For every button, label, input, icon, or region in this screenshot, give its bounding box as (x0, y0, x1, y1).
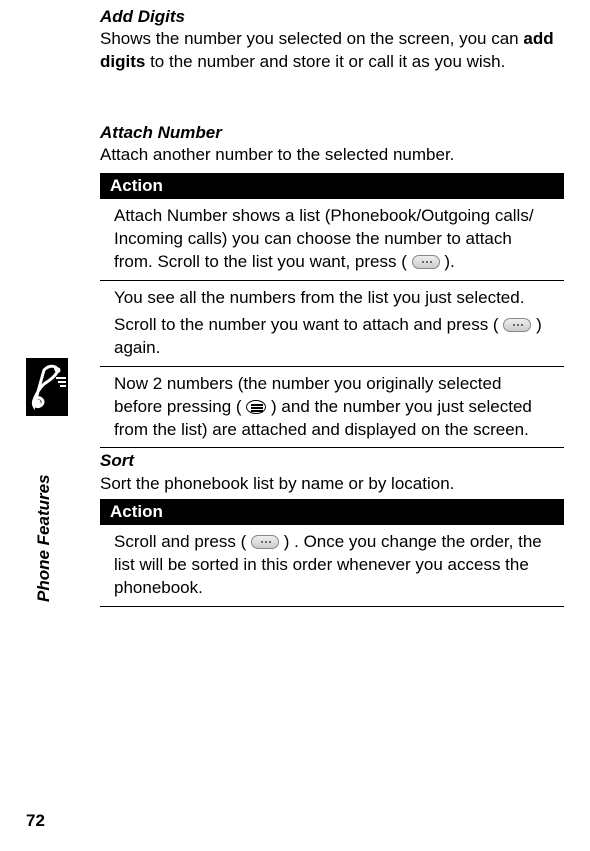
side-tab-label: Phone Features (26, 416, 68, 602)
side-tab-label-text: Phone Features (34, 560, 54, 602)
action-row: Now 2 numbers (the number you originally… (100, 367, 564, 449)
page-number: 72 (26, 811, 45, 831)
action-row: Attach Number shows a list (Phonebook/Ou… (100, 199, 564, 281)
text: ). (444, 252, 454, 271)
side-tab: Phone Features (26, 358, 68, 602)
add-digits-body: Shows the number you selected on the scr… (100, 28, 564, 74)
action-row: You see all the numbers from the list yo… (100, 281, 564, 312)
text: Attach Number shows a list (Phonebook/Ou… (114, 206, 534, 271)
text: Scroll and press ( (114, 532, 251, 551)
sort-intro: Sort the phonebook list by name or by lo… (100, 473, 564, 496)
action-row: Scroll to the number you want to attach … (100, 312, 564, 367)
menu-key-icon (246, 400, 266, 414)
attach-number-title: Attach Number (100, 122, 564, 144)
attach-number-intro: Attach another number to the selected nu… (100, 144, 564, 167)
sort-title: Sort (100, 450, 564, 472)
section-add-digits: Add Digits Shows the number you selected… (100, 6, 564, 74)
ok-key-icon (412, 255, 440, 269)
text: You see all the numbers from the list yo… (114, 288, 524, 307)
section-sort: Sort Sort the phonebook list by name or … (100, 450, 564, 607)
ok-key-icon (251, 535, 279, 549)
text: to the number and store it or call it as… (145, 52, 505, 71)
manual-page: Phone Features Add Digits Shows the numb… (0, 0, 590, 851)
section-attach-number: Attach Number Attach another number to t… (100, 122, 564, 448)
action-header: Action (100, 173, 564, 199)
action-header: Action (100, 499, 564, 525)
text: Scroll to the number you want to attach … (114, 315, 503, 334)
action-row: Scroll and press ( ) . Once you change t… (100, 525, 564, 607)
ok-key-icon (503, 318, 531, 332)
add-digits-title: Add Digits (100, 6, 564, 28)
phone-handset-icon (26, 358, 68, 416)
text: Shows the number you selected on the scr… (100, 29, 523, 48)
side-tab-icon-box (26, 358, 68, 416)
